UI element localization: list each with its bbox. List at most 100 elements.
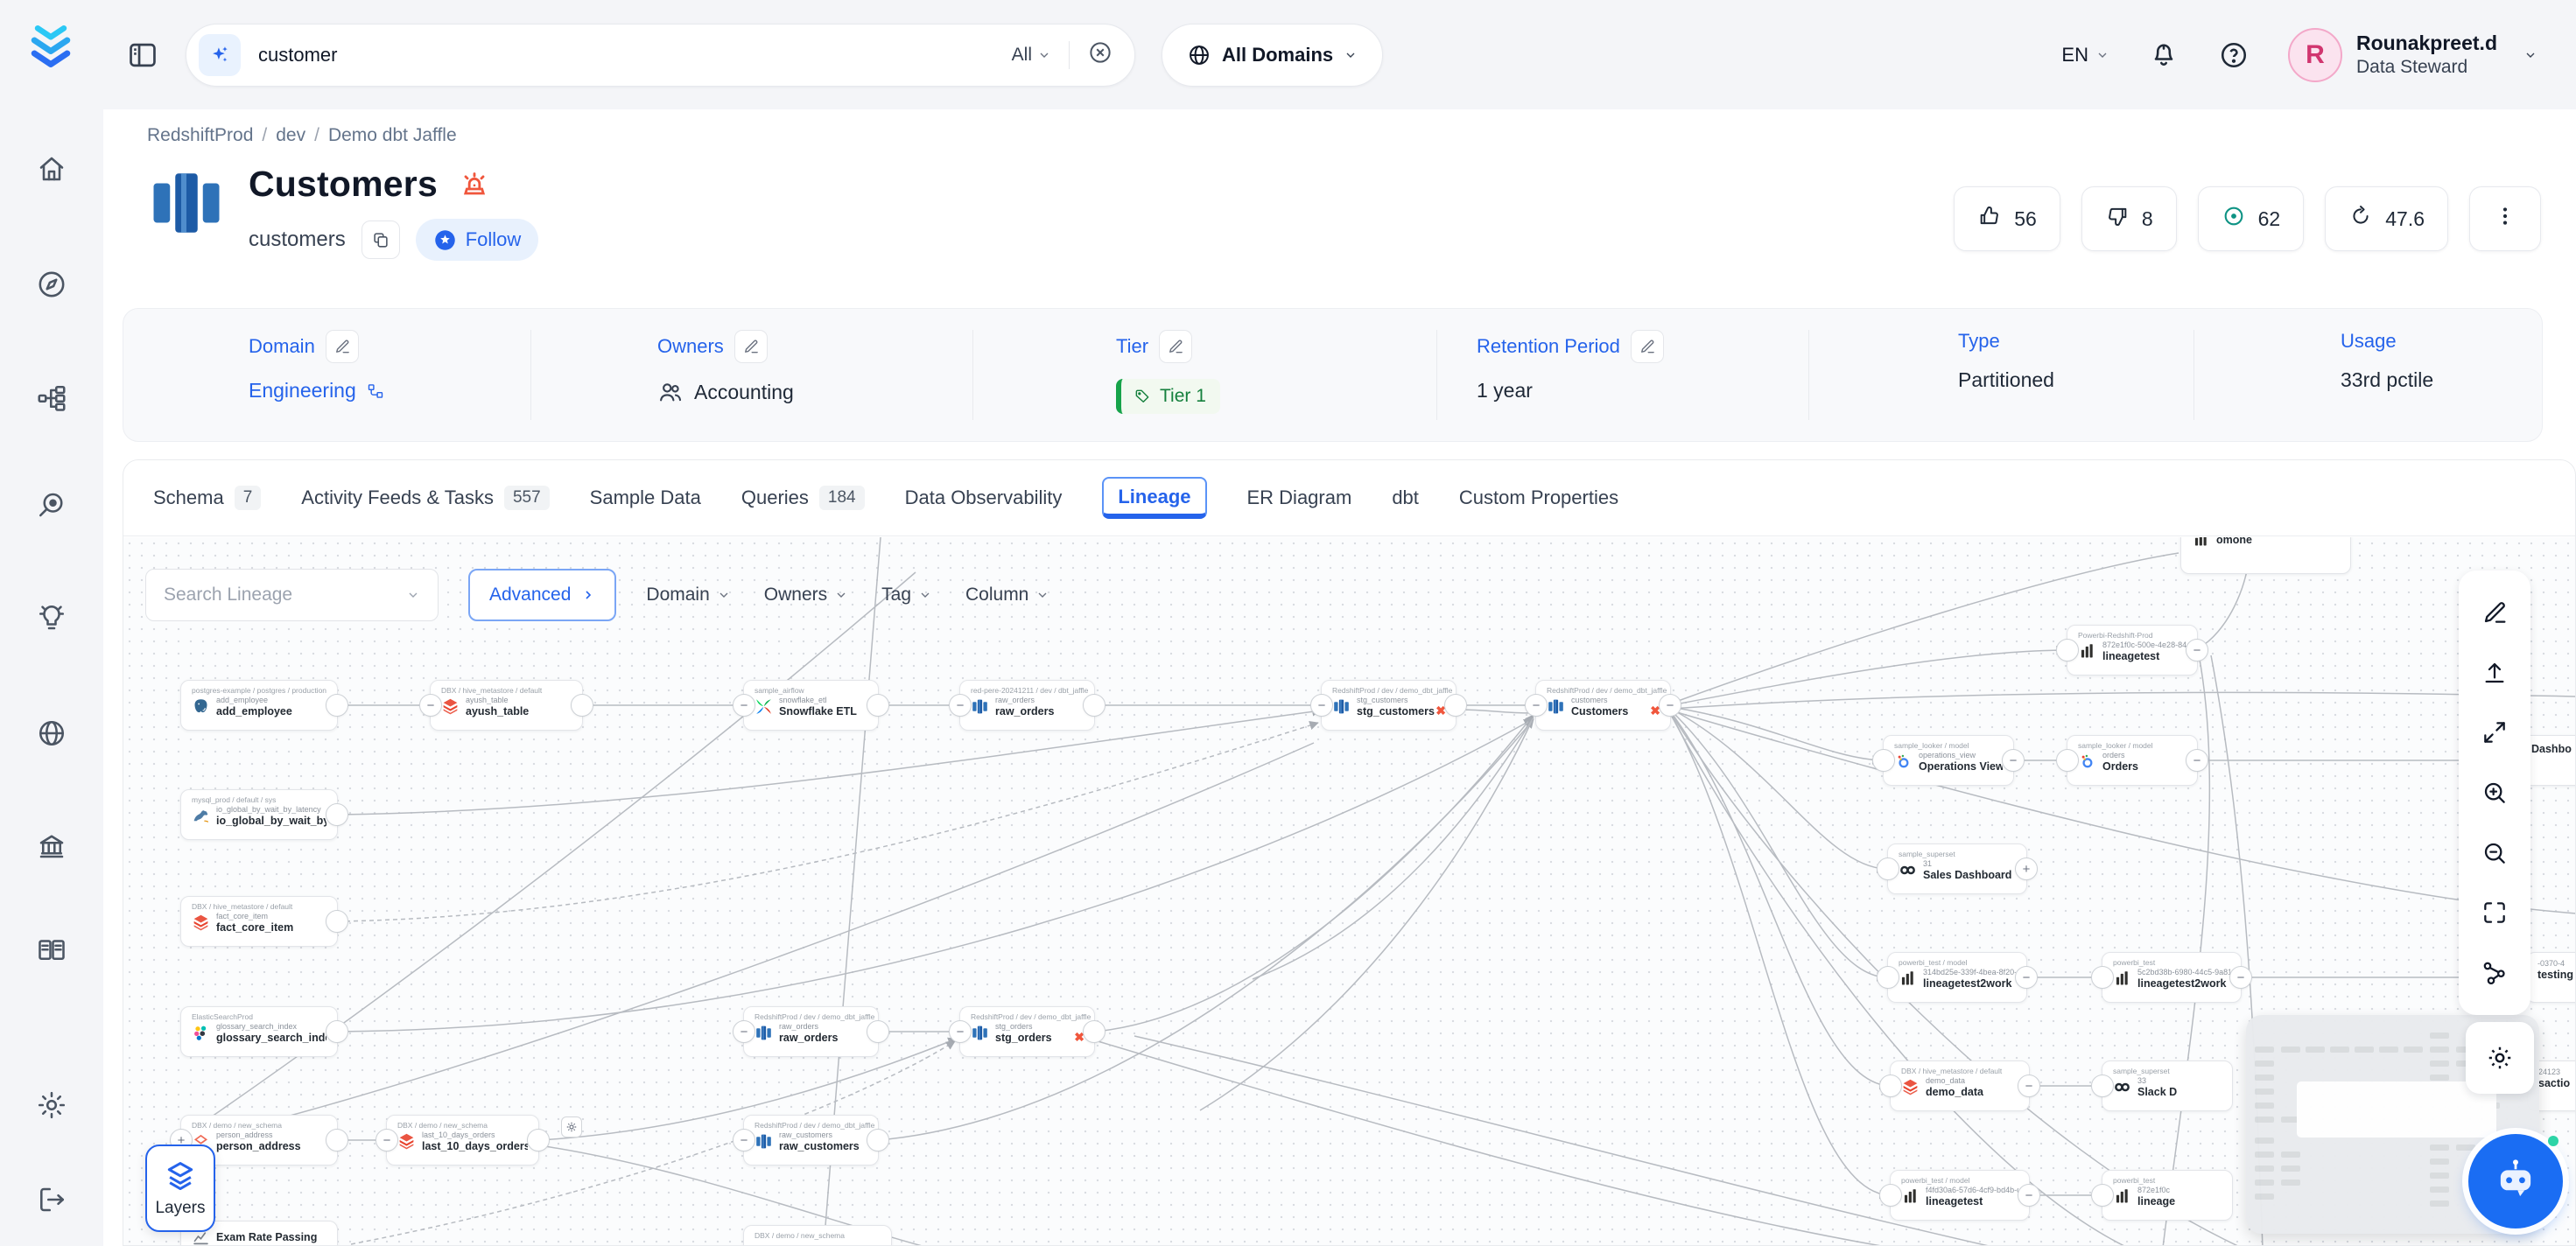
lineage-node-add-employee[interactable]: postgres-example / postgres / production… [180,680,338,731]
expand-minus-left[interactable]: − [733,1129,755,1152]
lineage-node-dbx-partial[interactable]: DBX / demo / new_schema [743,1225,892,1245]
breadcrumb-item[interactable]: RedshiftProd [147,125,253,145]
expand-minus-right[interactable]: − [2186,639,2208,662]
lineage-node-lineagetest-pbi[interactable]: Powerbi-Redshift-Prod 872e1f0c-500e-4e28… [2067,625,2198,676]
lineage-node-demo-data[interactable]: DBX / hive_metastore / default demo_data… [1890,1060,2030,1111]
port-left[interactable] [2091,966,2114,989]
port-right[interactable] [527,1129,550,1152]
tab-lineage[interactable]: Lineage [1102,477,1206,519]
filter-tag-dropdown[interactable]: Tag [881,584,932,606]
lineage-node-raw-orders-1[interactable]: red-pere-20241211 / dev / dbt_jaffle raw… [959,680,1095,731]
port-right[interactable] [326,1129,348,1152]
meta-value[interactable]: Engineering [249,379,356,402]
process-node-icon[interactable] [561,1116,582,1138]
tab-dbt[interactable]: dbt [1392,486,1419,509]
expand-minus-right[interactable]: − [2018,1184,2040,1207]
help-icon[interactable] [2218,39,2250,71]
watchers-button[interactable]: 62 [2198,186,2305,251]
web-icon[interactable] [0,718,103,749]
expand-minus-right[interactable]: − [2018,1074,2040,1097]
breadcrumb[interactable]: RedshiftProd/dev/Demo dbt Jaffle [147,125,457,146]
upvotes-button[interactable]: 56 [1954,186,2060,251]
follow-button[interactable]: Follow [416,219,539,261]
breadcrumb-item[interactable]: Demo dbt Jaffle [328,125,457,145]
zoom-in-icon[interactable] [2481,779,2509,807]
tab-schema[interactable]: Schema7 [153,486,261,510]
notifications-bell-icon[interactable] [2148,39,2179,71]
port-right[interactable] [867,694,889,717]
expand-minus-left[interactable]: − [1525,694,1548,717]
expand-minus-left[interactable]: − [949,1020,972,1043]
lineage-node-lineagetest2work-2[interactable]: powerbi_test 5c2bd38b-6980-44c5-9a81-7b3… [2102,952,2242,1003]
global-search[interactable]: customer All [186,24,1135,87]
port-right[interactable] [571,694,593,717]
expand-plus-right[interactable]: + [2015,858,2038,880]
search-input[interactable]: customer [258,44,994,66]
expand-minus-left[interactable]: − [1310,694,1333,717]
discovery-icon[interactable] [0,489,103,521]
expand-minus-right[interactable]: − [2229,966,2252,989]
lineage-node-glossary-search-index[interactable]: ElasticSearchProd glossary_search_indexg… [180,1006,338,1057]
port-right[interactable] [867,1129,889,1152]
lineage-node-ayush-table[interactable]: DBX / hive_metastore / default ayush_tab… [430,680,583,731]
port-right[interactable] [326,694,348,717]
expand-minus-right[interactable]: − [1659,694,1681,717]
port-left[interactable] [2091,1074,2114,1097]
port-left[interactable] [2056,639,2079,662]
lineage-node-orders[interactable]: sample_looker / model ordersOrders − [2067,735,2198,786]
lineage-node-io-global[interactable]: mysql_prod / default / sys io_global_by_… [180,789,338,840]
lineage-node-stg-customers[interactable]: RedshiftProd / dev / demo_dbt_jaffle stg… [1321,680,1456,731]
lineage-node-raw-orders-2[interactable]: RedshiftProd / dev / demo_dbt_jaffle raw… [743,1006,879,1057]
search-scope-dropdown[interactable]: All [1012,45,1051,66]
lineage-node-operations-view[interactable]: sample_looker / model operations_viewOpe… [1883,735,2014,786]
insights-icon[interactable] [0,602,103,634]
lineage-node-fact-core-item[interactable]: DBX / hive_metastore / default fact_core… [180,896,338,947]
domains-dropdown[interactable]: All Domains [1162,24,1383,87]
port-right[interactable] [1083,694,1106,717]
announcement-alert-icon[interactable] [457,167,492,202]
expand-minus-left[interactable]: − [419,694,442,717]
expand-icon[interactable] [2481,718,2509,746]
port-left[interactable] [1877,966,1899,989]
copy-icon[interactable] [361,220,400,259]
sidebar-toggle-icon[interactable] [126,38,159,72]
port-left[interactable] [2056,749,2079,772]
layers-button[interactable]: Layers [145,1144,215,1232]
port-right[interactable] [867,1020,889,1043]
popularity-button[interactable]: 47.6 [2325,186,2448,251]
glossary-icon[interactable] [0,934,103,966]
settings-icon[interactable] [0,1089,103,1121]
tab-queries[interactable]: Queries184 [741,486,865,510]
port-right[interactable] [1083,1020,1106,1043]
lineage-node-snowflake-etl[interactable]: sample_airflow snowflake_etlSnowflake ET… [743,680,879,731]
logout-icon[interactable] [0,1184,103,1215]
port-left[interactable] [1879,1184,1902,1207]
governance-icon[interactable] [0,830,103,862]
breadcrumb-item[interactable]: dev [276,125,305,145]
chat-assistant-button[interactable] [2468,1134,2563,1228]
downvotes-button[interactable]: 8 [2081,186,2177,251]
port-left[interactable] [2091,1184,2114,1207]
lineage-node-omone[interactable]: omone [2180,537,2351,574]
port-right[interactable] [326,803,348,826]
tab-er-diagram[interactable]: ER Diagram [1247,486,1352,509]
expand-minus-right[interactable]: − [2015,966,2038,989]
edit-icon[interactable] [2481,598,2509,626]
edit-icon[interactable] [1631,330,1664,363]
expand-minus-left[interactable]: − [733,1020,755,1043]
filter-column-dropdown[interactable]: Column [965,584,1049,606]
port-left[interactable] [1872,749,1895,772]
zoom-out-icon[interactable] [2481,839,2509,867]
edit-icon[interactable] [326,330,359,363]
expand-minus-right[interactable]: − [2002,749,2025,772]
tab-activity-feeds-tasks[interactable]: Activity Feeds & Tasks557 [301,486,549,510]
language-dropdown[interactable]: EN [2061,44,2109,66]
lineage-node-slack-dashboard[interactable]: sample_superset 33Slack D [2102,1060,2233,1111]
clear-search-icon[interactable] [1087,39,1113,70]
port-left[interactable] [1877,858,1899,880]
lineage-search-input[interactable]: Search Lineage [145,569,439,621]
workflow-icon[interactable] [0,382,103,414]
lineage-node-last-10-days-orders[interactable]: DBX / demo / new_schema last_10_days_ord… [386,1115,539,1166]
port-right[interactable] [326,910,348,933]
expand-minus-left[interactable]: − [733,694,755,717]
